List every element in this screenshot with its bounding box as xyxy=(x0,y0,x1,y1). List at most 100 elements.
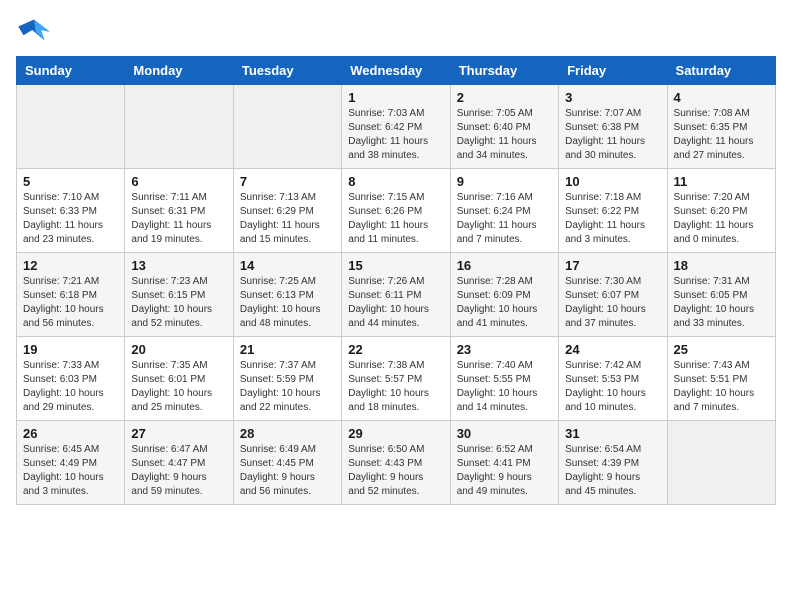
day-info: Sunrise: 7:43 AM Sunset: 5:51 PM Dayligh… xyxy=(674,359,769,415)
day-number: 28 xyxy=(240,426,335,441)
weekday-header-tuesday: Tuesday xyxy=(233,57,341,85)
day-number: 4 xyxy=(674,90,769,105)
calendar-cell: 7 Sunrise: 7:13 AM Sunset: 6:29 PM Daylig… xyxy=(233,169,341,253)
day-number: 16 xyxy=(457,258,552,273)
calendar-cell: 10 Sunrise: 7:18 AM Sunset: 6:22 PM Dayli… xyxy=(559,169,667,253)
day-number: 18 xyxy=(674,258,769,273)
day-info: Sunrise: 7:15 AM Sunset: 6:26 PM Dayligh… xyxy=(348,191,443,247)
day-info: Sunrise: 7:16 AM Sunset: 6:24 PM Dayligh… xyxy=(457,191,552,247)
day-number: 1 xyxy=(348,90,443,105)
day-number: 30 xyxy=(457,426,552,441)
calendar-week-3: 12 Sunrise: 7:21 AM Sunset: 6:18 PM Dayli… xyxy=(17,253,776,337)
day-info: Sunrise: 7:10 AM Sunset: 6:33 PM Dayligh… xyxy=(23,191,118,247)
calendar-cell: 8 Sunrise: 7:15 AM Sunset: 6:26 PM Daylig… xyxy=(342,169,450,253)
calendar-cell: 26Sunrise: 6:45 AM Sunset: 4:49 PM Dayli… xyxy=(17,421,125,505)
weekday-header-wednesday: Wednesday xyxy=(342,57,450,85)
day-info: Sunrise: 7:05 AM Sunset: 6:40 PM Dayligh… xyxy=(457,107,552,163)
weekday-header-row: SundayMondayTuesdayWednesdayThursdayFrid… xyxy=(17,57,776,85)
calendar-cell xyxy=(233,85,341,169)
logo-bird-icon xyxy=(16,16,52,44)
day-info: Sunrise: 7:21 AM Sunset: 6:18 PM Dayligh… xyxy=(23,275,118,331)
day-info: Sunrise: 7:33 AM Sunset: 6:03 PM Dayligh… xyxy=(23,359,118,415)
day-number: 24 xyxy=(565,342,660,357)
weekday-header-thursday: Thursday xyxy=(450,57,558,85)
weekday-header-monday: Monday xyxy=(125,57,233,85)
day-info: Sunrise: 6:50 AM Sunset: 4:43 PM Dayligh… xyxy=(348,443,443,499)
calendar-cell xyxy=(667,421,775,505)
day-info: Sunrise: 7:31 AM Sunset: 6:05 PM Dayligh… xyxy=(674,275,769,331)
calendar-cell: 5 Sunrise: 7:10 AM Sunset: 6:33 PM Daylig… xyxy=(17,169,125,253)
day-number: 20 xyxy=(131,342,226,357)
day-info: Sunrise: 6:47 AM Sunset: 4:47 PM Dayligh… xyxy=(131,443,226,499)
day-info: Sunrise: 6:49 AM Sunset: 4:45 PM Dayligh… xyxy=(240,443,335,499)
day-info: Sunrise: 7:03 AM Sunset: 6:42 PM Dayligh… xyxy=(348,107,443,163)
day-number: 10 xyxy=(565,174,660,189)
day-number: 3 xyxy=(565,90,660,105)
calendar-cell xyxy=(17,85,125,169)
day-info: Sunrise: 7:23 AM Sunset: 6:15 PM Dayligh… xyxy=(131,275,226,331)
calendar-cell: 17Sunrise: 7:30 AM Sunset: 6:07 PM Dayli… xyxy=(559,253,667,337)
day-info: Sunrise: 7:11 AM Sunset: 6:31 PM Dayligh… xyxy=(131,191,226,247)
day-info: Sunrise: 6:52 AM Sunset: 4:41 PM Dayligh… xyxy=(457,443,552,499)
weekday-header-sunday: Sunday xyxy=(17,57,125,85)
day-number: 14 xyxy=(240,258,335,273)
calendar-cell: 31 Sunrise: 6:54 AM Sunset: 4:39 PM Dayli… xyxy=(559,421,667,505)
calendar-cell: 22 Sunrise: 7:38 AM Sunset: 5:57 PM Dayli… xyxy=(342,337,450,421)
day-number: 23 xyxy=(457,342,552,357)
day-info: Sunrise: 7:18 AM Sunset: 6:22 PM Dayligh… xyxy=(565,191,660,247)
day-number: 21 xyxy=(240,342,335,357)
day-info: Sunrise: 7:26 AM Sunset: 6:11 PM Dayligh… xyxy=(348,275,443,331)
day-number: 29 xyxy=(348,426,443,441)
calendar-table: SundayMondayTuesdayWednesdayThursdayFrid… xyxy=(16,56,776,505)
day-info: Sunrise: 7:38 AM Sunset: 5:57 PM Dayligh… xyxy=(348,359,443,415)
calendar-cell: 23 Sunrise: 7:40 AM Sunset: 5:55 PM Dayli… xyxy=(450,337,558,421)
weekday-header-saturday: Saturday xyxy=(667,57,775,85)
day-info: Sunrise: 6:54 AM Sunset: 4:39 PM Dayligh… xyxy=(565,443,660,499)
calendar-cell: 19Sunrise: 7:33 AM Sunset: 6:03 PM Dayli… xyxy=(17,337,125,421)
day-info: Sunrise: 7:37 AM Sunset: 5:59 PM Dayligh… xyxy=(240,359,335,415)
calendar-cell: 4 Sunrise: 7:08 AM Sunset: 6:35 PM Daylig… xyxy=(667,85,775,169)
day-info: Sunrise: 7:07 AM Sunset: 6:38 PM Dayligh… xyxy=(565,107,660,163)
calendar-cell: 29 Sunrise: 6:50 AM Sunset: 4:43 PM Dayli… xyxy=(342,421,450,505)
calendar-cell: 11Sunrise: 7:20 AM Sunset: 6:20 PM Dayli… xyxy=(667,169,775,253)
day-number: 15 xyxy=(348,258,443,273)
day-info: Sunrise: 7:25 AM Sunset: 6:13 PM Dayligh… xyxy=(240,275,335,331)
weekday-header-friday: Friday xyxy=(559,57,667,85)
day-number: 31 xyxy=(565,426,660,441)
calendar-cell: 16 Sunrise: 7:28 AM Sunset: 6:09 PM Dayli… xyxy=(450,253,558,337)
calendar-cell: 15 Sunrise: 7:26 AM Sunset: 6:11 PM Dayli… xyxy=(342,253,450,337)
day-info: Sunrise: 7:08 AM Sunset: 6:35 PM Dayligh… xyxy=(674,107,769,163)
day-number: 25 xyxy=(674,342,769,357)
calendar-cell: 18 Sunrise: 7:31 AM Sunset: 6:05 PM Dayli… xyxy=(667,253,775,337)
day-number: 12 xyxy=(23,258,118,273)
calendar-cell: 13 Sunrise: 7:23 AM Sunset: 6:15 PM Dayli… xyxy=(125,253,233,337)
calendar-week-5: 26Sunrise: 6:45 AM Sunset: 4:49 PM Dayli… xyxy=(17,421,776,505)
day-number: 17 xyxy=(565,258,660,273)
calendar-cell xyxy=(125,85,233,169)
calendar-week-1: 1 Sunrise: 7:03 AM Sunset: 6:42 PM Daylig… xyxy=(17,85,776,169)
calendar-cell: 6 Sunrise: 7:11 AM Sunset: 6:31 PM Daylig… xyxy=(125,169,233,253)
calendar-cell: 14 Sunrise: 7:25 AM Sunset: 6:13 PM Dayli… xyxy=(233,253,341,337)
calendar-cell: 20 Sunrise: 7:35 AM Sunset: 6:01 PM Dayli… xyxy=(125,337,233,421)
day-info: Sunrise: 7:28 AM Sunset: 6:09 PM Dayligh… xyxy=(457,275,552,331)
day-number: 9 xyxy=(457,174,552,189)
day-info: Sunrise: 7:13 AM Sunset: 6:29 PM Dayligh… xyxy=(240,191,335,247)
calendar-cell: 12 Sunrise: 7:21 AM Sunset: 6:18 PM Dayli… xyxy=(17,253,125,337)
calendar-cell: 24Sunrise: 7:42 AM Sunset: 5:53 PM Dayli… xyxy=(559,337,667,421)
day-number: 5 xyxy=(23,174,118,189)
calendar-cell: 25 Sunrise: 7:43 AM Sunset: 5:51 PM Dayli… xyxy=(667,337,775,421)
calendar-cell: 30 Sunrise: 6:52 AM Sunset: 4:41 PM Dayli… xyxy=(450,421,558,505)
day-number: 8 xyxy=(348,174,443,189)
day-number: 7 xyxy=(240,174,335,189)
day-number: 26 xyxy=(23,426,118,441)
day-number: 11 xyxy=(674,174,769,189)
day-info: Sunrise: 7:40 AM Sunset: 5:55 PM Dayligh… xyxy=(457,359,552,415)
day-number: 13 xyxy=(131,258,226,273)
calendar-cell: 9 Sunrise: 7:16 AM Sunset: 6:24 PM Daylig… xyxy=(450,169,558,253)
day-number: 2 xyxy=(457,90,552,105)
calendar-week-2: 5 Sunrise: 7:10 AM Sunset: 6:33 PM Daylig… xyxy=(17,169,776,253)
day-number: 22 xyxy=(348,342,443,357)
day-number: 6 xyxy=(131,174,226,189)
day-number: 27 xyxy=(131,426,226,441)
day-info: Sunrise: 7:35 AM Sunset: 6:01 PM Dayligh… xyxy=(131,359,226,415)
